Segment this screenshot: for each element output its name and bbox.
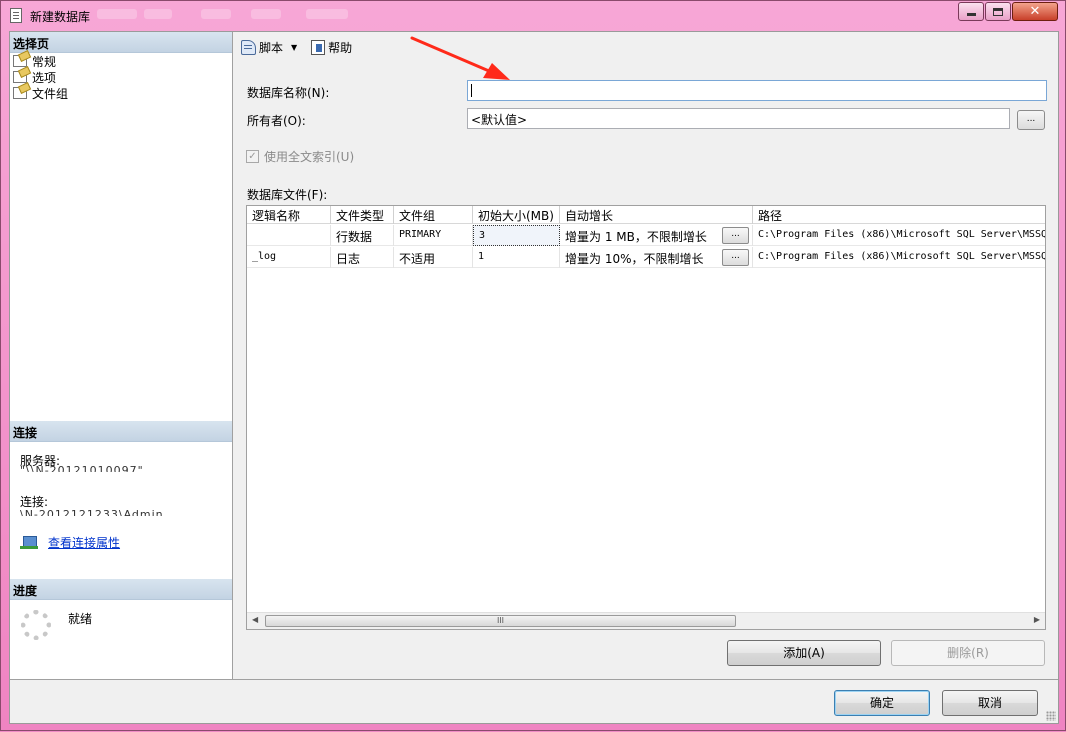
resize-grip[interactable] [1046,711,1056,721]
horizontal-scrollbar[interactable]: ◀ III ▶ [247,612,1045,629]
progress-spinner-icon [21,610,51,640]
column-header-logical-name[interactable]: 逻辑名称 [247,206,331,224]
remove-button[interactable]: 删除(R) [891,640,1045,666]
db-files-label: 数据库文件(F): [247,188,328,202]
grid-header: 逻辑名称 文件类型 文件组 初始大小(MB) 自动增长 路径 [247,206,1045,224]
scroll-thumb[interactable]: III [265,615,736,627]
autogrowth-text: 增量为 10%，不限制增长 [565,252,704,266]
help-label: 帮助 [328,40,353,55]
connection-properties-icon [20,535,38,550]
cell-autogrowth[interactable]: 增量为 10%，不限制增长 ... [560,247,753,268]
scroll-left-icon[interactable]: ◀ [252,615,258,624]
dialog-window: 新建数据库 ✕ 选择页 常规 选项 文件组 连接 服务器: "\\N-20121… [0,0,1066,731]
connection-label: 连接: [20,495,49,509]
page-item-label: 选项 [32,70,57,85]
cell-autogrowth[interactable]: 增量为 1 MB，不限制增长 ... [560,225,753,246]
fulltext-index-option[interactable]: ✓ 使用全文索引(U) [246,148,354,165]
cell-initial-size[interactable]: 3 [473,225,560,246]
fulltext-checkbox[interactable]: ✓ [246,150,259,163]
page-icon [13,87,27,99]
autogrowth-text: 增量为 1 MB，不限制增长 [565,230,707,244]
script-label: 脚本 [259,40,284,55]
page-item-options[interactable]: 选项 [13,69,56,85]
left-panel: 选择页 常规 选项 文件组 连接 服务器: "\\N-20121010097" … [10,32,233,679]
db-files-grid[interactable]: 逻辑名称 文件类型 文件组 初始大小(MB) 自动增长 路径 行数据 PRIMA… [246,205,1046,630]
progress-status: 就绪 [68,612,93,626]
dialog-client: 选择页 常规 选项 文件组 连接 服务器: "\\N-20121010097" … [9,31,1059,724]
cancel-button[interactable]: 取消 [942,690,1038,716]
minimize-icon [966,13,976,16]
cell-file-type[interactable]: 日志 [331,247,394,268]
minimize-button[interactable] [958,2,984,21]
autogrowth-browse-button[interactable]: ... [722,227,749,244]
connection-header: 连接 [10,421,232,442]
title-bar-blur [201,9,231,19]
db-name-label: 数据库名称(N): [247,86,330,100]
scroll-right-icon[interactable]: ▶ [1034,615,1040,624]
help-icon [311,39,326,55]
cell-filegroup[interactable]: PRIMARY [394,225,473,246]
title-bar[interactable]: 新建数据库 ✕ [1,1,1065,31]
cell-filegroup[interactable]: 不适用 [394,247,473,268]
select-page-header: 选择页 [10,32,232,53]
database-icon [10,8,22,23]
cell-logical-name[interactable] [247,225,331,246]
view-connection-properties[interactable]: 查看连接属性 [20,534,120,551]
script-icon [241,39,256,55]
db-name-input[interactable] [467,80,1047,101]
view-connection-link[interactable]: 查看连接属性 [48,534,120,551]
title-bar-blur [306,9,348,19]
help-button[interactable]: 帮助 [311,37,352,57]
page-icon [13,55,27,67]
server-value: "\\N-20121010097" [20,465,144,472]
text-cursor [471,84,472,97]
column-header-path[interactable]: 路径 [753,206,1045,224]
close-icon: ✕ [1029,4,1041,19]
page-icon [13,71,27,83]
cell-file-type[interactable]: 行数据 [331,225,394,246]
connection-value: \N-2012121233\Admin [20,509,164,516]
page-item-general[interactable]: 常规 [13,52,57,70]
page-item-label: 文件组 [32,86,69,101]
owner-browse-button[interactable]: ... [1017,110,1045,130]
cell-path[interactable]: C:\Program Files (x86)\Microsoft SQL Ser… [753,247,1045,268]
ok-button[interactable]: 确定 [834,690,930,716]
page-item-label: 常规 [32,52,57,70]
title-bar-blur [97,9,137,19]
maximize-button[interactable] [985,2,1011,21]
maximize-icon [993,7,1003,16]
column-header-initial-size[interactable]: 初始大小(MB) [473,206,560,224]
main-panel: 脚本 ▼ 帮助 数据库名称(N): 所有者(O): <默认值> ... ✓ 使用… [233,32,1058,679]
cell-logical-name[interactable]: _log [247,247,331,268]
script-button[interactable]: 脚本 ▼ [241,37,303,57]
dialog-footer: 确定 取消 [10,679,1058,723]
window-title: 新建数据库 [30,10,91,24]
column-header-filegroup[interactable]: 文件组 [394,206,473,224]
title-bar-blur [251,9,281,19]
chevron-down-icon[interactable]: ▼ [291,43,297,52]
column-header-file-type[interactable]: 文件类型 [331,206,394,224]
table-row[interactable]: 行数据 PRIMARY 3 增量为 1 MB，不限制增长 ... C:\Prog… [247,225,1045,246]
title-bar-blur [144,9,172,19]
table-row[interactable]: _log 日志 不适用 1 增量为 10%，不限制增长 ... C:\Progr… [247,247,1045,268]
fulltext-label: 使用全文索引(U) [264,150,355,164]
page-item-filegroups[interactable]: 文件组 [13,85,68,101]
add-button[interactable]: 添加(A) [727,640,881,666]
progress-header: 进度 [10,579,232,600]
owner-input[interactable]: <默认值> [467,108,1010,129]
column-header-autogrowth[interactable]: 自动增长 [560,206,753,224]
owner-label: 所有者(O): [247,114,306,128]
close-button[interactable]: ✕ [1012,2,1058,21]
toolbar: 脚本 ▼ 帮助 [233,32,1058,62]
owner-value: <默认值> [471,113,528,127]
cell-initial-size[interactable]: 1 [473,247,560,268]
autogrowth-browse-button[interactable]: ... [722,249,749,266]
cell-path[interactable]: C:\Program Files (x86)\Microsoft SQL Ser… [753,225,1045,246]
